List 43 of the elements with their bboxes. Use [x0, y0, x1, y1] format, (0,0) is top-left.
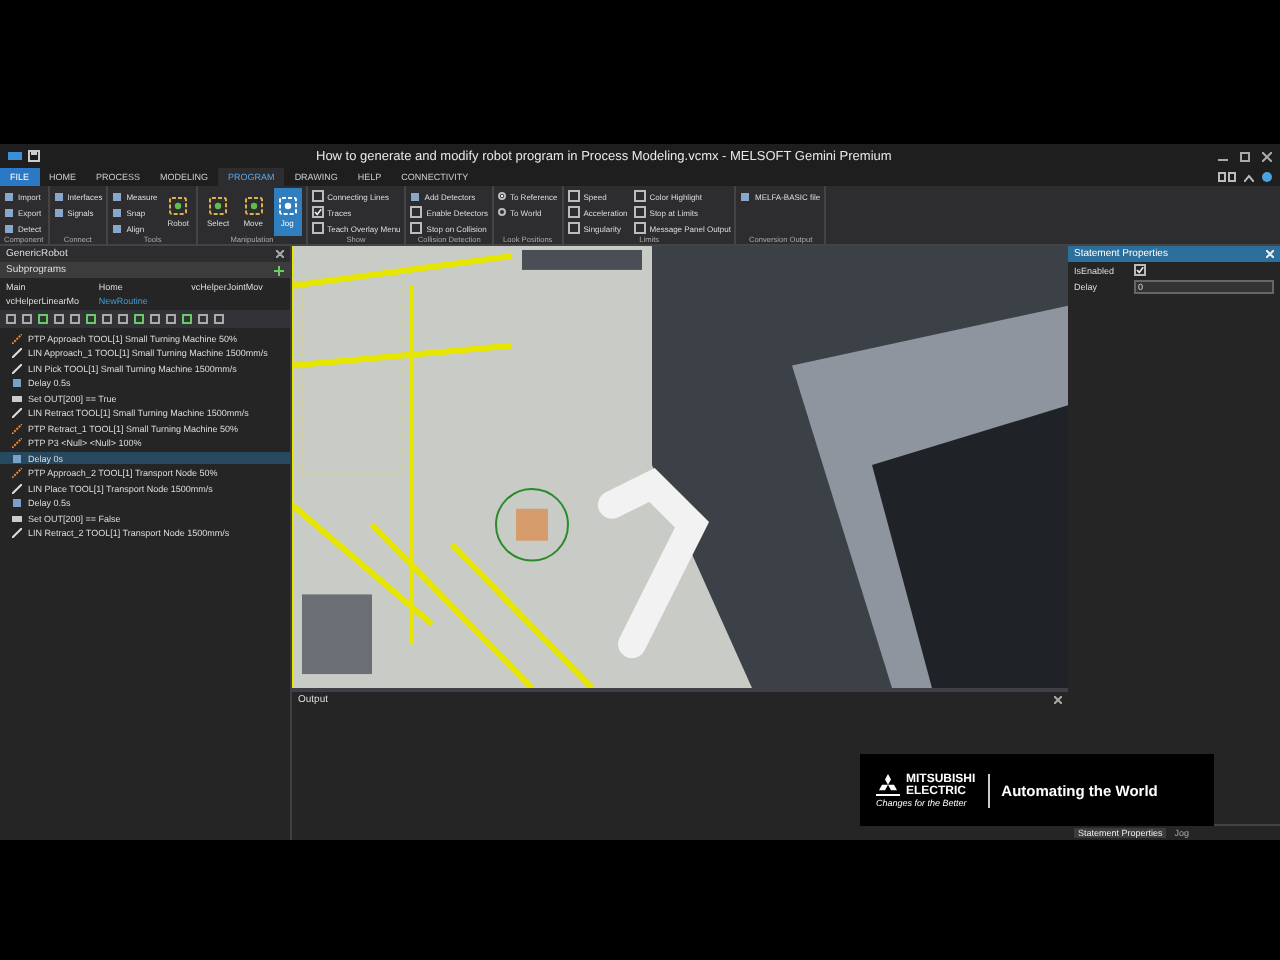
layout-icon[interactable]: [1218, 172, 1236, 182]
delay-icon: [12, 378, 22, 388]
checkbox[interactable]: [1134, 264, 1146, 276]
help-icon[interactable]: [1262, 172, 1272, 182]
checkbox[interactable]: [311, 222, 324, 234]
checkbox[interactable]: [567, 206, 580, 218]
delay-icon: [12, 498, 22, 508]
checkbox[interactable]: [410, 222, 423, 234]
checkbox[interactable]: [633, 206, 646, 218]
close-icon[interactable]: [1262, 151, 1272, 161]
checkbox[interactable]: [567, 222, 580, 234]
checkbox[interactable]: [567, 190, 580, 202]
checkbox[interactable]: [633, 222, 646, 234]
maximize-icon[interactable]: [1240, 151, 1250, 161]
checkbox[interactable]: [633, 190, 646, 202]
tool-icon: [277, 196, 298, 216]
save-icon[interactable]: [28, 150, 40, 162]
collapse-icon[interactable]: [1244, 173, 1254, 181]
radio-button[interactable]: [497, 208, 506, 216]
close-icon[interactable]: [1054, 696, 1062, 704]
tool-icon: [208, 196, 229, 216]
diamond-logo-icon: [876, 774, 900, 796]
check-icon: [313, 208, 322, 216]
delay-icon: [12, 453, 22, 463]
checkbox[interactable]: [410, 206, 423, 218]
check-icon: [1136, 266, 1144, 274]
tool-icon: [410, 191, 421, 201]
ptp-motion-icon: [12, 468, 22, 478]
checkbox[interactable]: [311, 206, 324, 218]
add-icon[interactable]: [274, 265, 284, 275]
linear-motion-icon: [12, 528, 22, 538]
tool-icon: [243, 196, 264, 216]
checkbox[interactable]: [311, 190, 324, 202]
output-icon: [12, 393, 22, 403]
radio-button[interactable]: [497, 192, 506, 200]
app-icon: [8, 150, 22, 162]
tool-icon: [740, 191, 751, 201]
linear-motion-icon: [12, 483, 22, 493]
tool-icon: [168, 196, 189, 216]
linear-motion-icon: [12, 408, 22, 418]
ptp-motion-icon: [12, 333, 22, 343]
output-icon: [12, 513, 22, 523]
close-icon[interactable]: [276, 250, 284, 258]
